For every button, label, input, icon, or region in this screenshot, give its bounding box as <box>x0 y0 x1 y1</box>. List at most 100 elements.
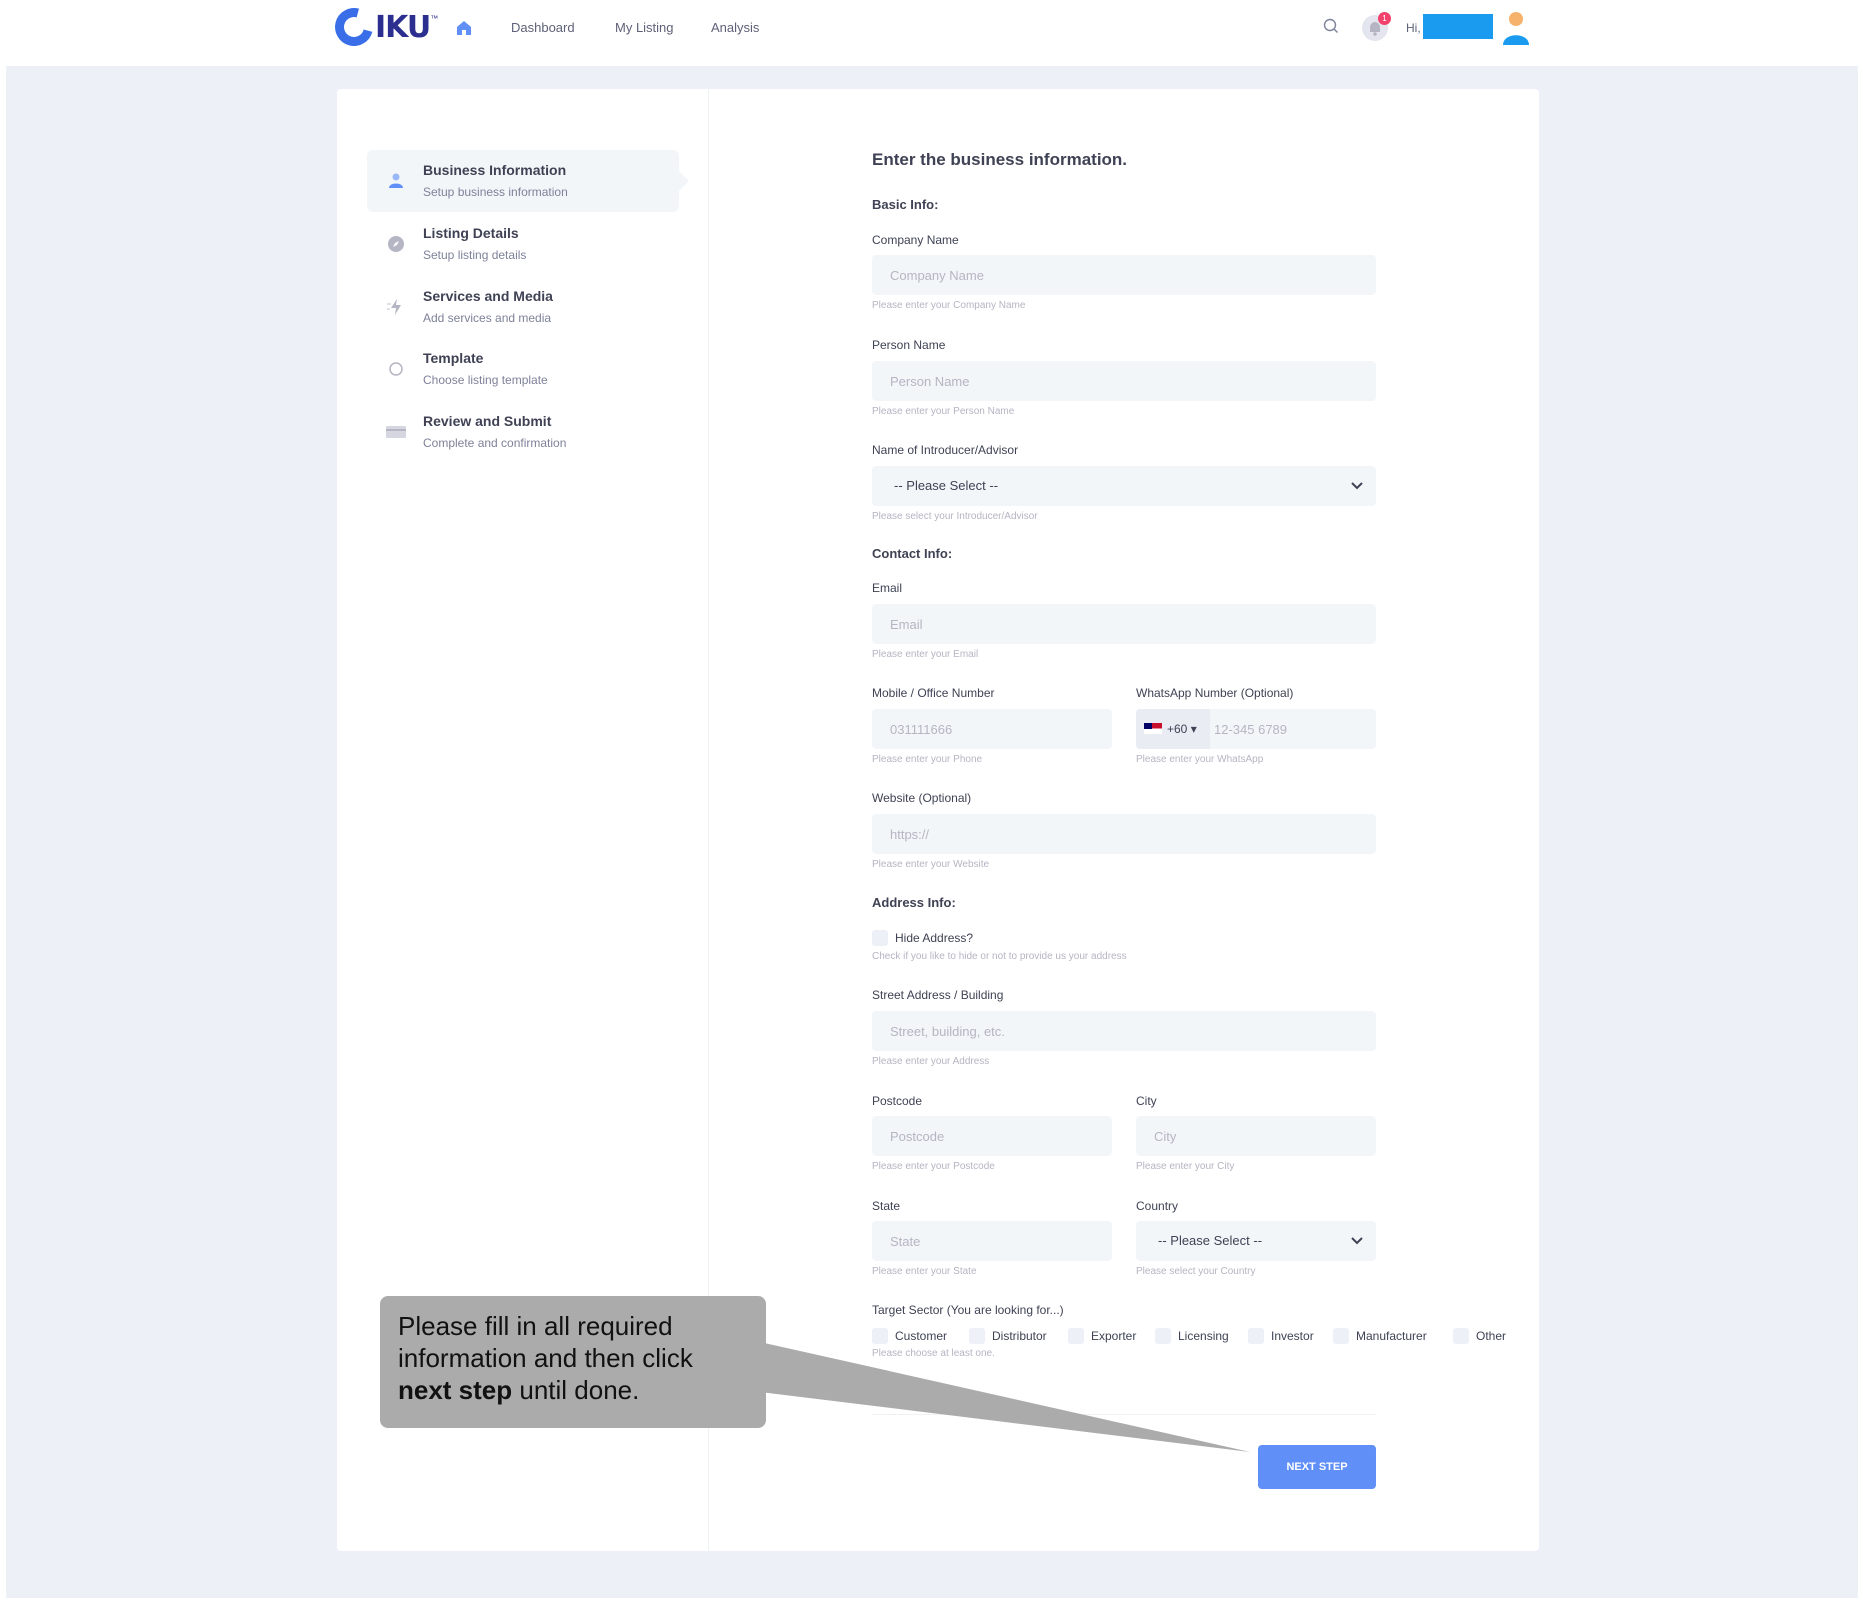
compass-icon <box>388 236 404 252</box>
street-label: Street Address / Building <box>872 988 1004 1002</box>
mobile-label: Mobile / Office Number <box>872 686 995 700</box>
target-manufacturer-checkbox[interactable] <box>1333 1328 1349 1344</box>
search-icon[interactable] <box>1323 18 1339 34</box>
next-step-button[interactable]: NEXT STEP <box>1258 1445 1376 1489</box>
circle-icon <box>389 362 403 376</box>
introducer-hint: Please select your Introducer/Advisor <box>872 511 1038 522</box>
country-label: Country <box>1136 1199 1179 1213</box>
home-icon[interactable] <box>455 19 473 37</box>
street-hint: Please enter your Address <box>872 1056 990 1067</box>
step-subtitle: Choose listing template <box>423 373 548 387</box>
top-navbar: IKU ™ Dashboard My Listing Analysis 1 Hi… <box>0 0 1863 66</box>
instruction-callout: Please fill in all required information … <box>380 1296 766 1428</box>
step-title: Services and Media <box>423 288 553 304</box>
step-title: Business Information <box>423 162 567 178</box>
step-subtitle: Add services and media <box>423 311 552 325</box>
hide-address-checkbox[interactable] <box>872 930 888 946</box>
mobile-input[interactable] <box>872 709 1112 749</box>
step-subtitle: Complete and confirmation <box>423 436 567 450</box>
target-distributor-label: Distributor <box>992 1329 1047 1343</box>
country-select-value: -- Please Select -- <box>1158 1233 1263 1248</box>
target-investor-label: Investor <box>1271 1329 1314 1343</box>
callout-line-1: Please fill in all required <box>398 1311 673 1341</box>
step-title: Review and Submit <box>423 413 552 429</box>
website-label: Website (Optional) <box>872 791 972 805</box>
hide-address-label: Hide Address? <box>895 931 974 945</box>
target-sector-hint: Please choose at least one. <box>872 1348 995 1359</box>
step-listing-details[interactable]: Listing Details Setup listing details <box>367 213 679 275</box>
company-name-label: Company Name <box>872 233 959 247</box>
postcode-hint: Please enter your Postcode <box>872 1161 995 1172</box>
email-hint: Please enter your Email <box>872 649 979 660</box>
country-select[interactable]: -- Please Select -- <box>1136 1221 1376 1261</box>
company-name-input[interactable] <box>872 255 1376 295</box>
mobile-hint: Please enter your Phone <box>872 754 983 765</box>
postcode-input[interactable] <box>872 1116 1112 1156</box>
user-icon <box>389 173 403 188</box>
step-template[interactable]: Template Choose listing template <box>367 338 679 400</box>
state-input[interactable] <box>872 1221 1112 1261</box>
city-hint: Please enter your City <box>1136 1161 1235 1172</box>
website-hint: Please enter your Website <box>872 859 990 870</box>
step-title: Template <box>423 350 484 366</box>
callout-bold-text: next step <box>398 1375 513 1405</box>
form-footer-divider <box>872 1414 1376 1415</box>
city-input[interactable] <box>1136 1116 1376 1156</box>
street-input[interactable] <box>872 1011 1376 1051</box>
target-licensing-label: Licensing <box>1178 1329 1229 1343</box>
target-licensing-checkbox[interactable] <box>1155 1328 1171 1344</box>
active-step-arrow <box>679 171 689 191</box>
country-code-dropdown[interactable]: +60 ▾ <box>1136 709 1210 749</box>
city-label: City <box>1136 1094 1157 1108</box>
nav-analysis[interactable]: Analysis <box>711 20 759 35</box>
step-business-information[interactable]: Business Information Setup business info… <box>367 150 689 212</box>
country-hint: Please select your Country <box>1136 1266 1256 1277</box>
hide-address-hint: Check if you like to hide or not to prov… <box>872 951 1127 962</box>
chevron-down-icon <box>1351 482 1363 490</box>
target-distributor-checkbox[interactable] <box>969 1328 985 1344</box>
target-exporter-label: Exporter <box>1091 1329 1137 1343</box>
step-subtitle: Setup business information <box>423 185 568 199</box>
introducer-select[interactable]: -- Please Select -- <box>872 466 1376 506</box>
target-other-checkbox[interactable] <box>1453 1328 1469 1344</box>
website-input[interactable] <box>872 814 1376 854</box>
whatsapp-label: WhatsApp Number (Optional) <box>1136 686 1294 700</box>
person-name-hint: Please enter your Person Name <box>872 406 1015 417</box>
person-name-label: Person Name <box>872 338 946 352</box>
target-investor-checkbox[interactable] <box>1248 1328 1264 1344</box>
nav-my-listing[interactable]: My Listing <box>615 20 674 35</box>
callout-line-3: next step until done. <box>398 1374 748 1406</box>
nav-dashboard[interactable]: Dashboard <box>511 20 575 35</box>
target-exporter-checkbox[interactable] <box>1068 1328 1084 1344</box>
email-input[interactable] <box>872 604 1376 644</box>
callout-rest-text: until done. <box>512 1375 640 1405</box>
malaysia-flag-icon <box>1144 723 1162 734</box>
chevron-down-icon <box>1351 1237 1363 1245</box>
target-manufacturer-label: Manufacturer <box>1356 1329 1427 1343</box>
email-label: Email <box>872 581 903 595</box>
step-services-and-media[interactable]: Services and Media Add services and medi… <box>367 276 679 338</box>
section-address-info: Address Info: <box>872 895 956 910</box>
state-hint: Please enter your State <box>872 1266 977 1277</box>
target-sector-label: Target Sector (You are looking for...) <box>872 1303 1064 1317</box>
bolt-icon <box>387 299 401 315</box>
card-icon <box>386 426 406 438</box>
callout-line-2: information and then click <box>398 1343 693 1373</box>
form-heading: Enter the business information. <box>872 150 1128 169</box>
target-customer-checkbox[interactable] <box>872 1328 888 1344</box>
whatsapp-hint: Please enter your WhatsApp <box>1136 754 1264 765</box>
logo-text: IKU <box>375 9 431 45</box>
step-review-and-submit[interactable]: Review and Submit Complete and confirmat… <box>367 401 679 463</box>
target-other-label: Other <box>1476 1329 1507 1343</box>
logo-mark-icon <box>328 1 380 53</box>
person-name-input[interactable] <box>872 361 1376 401</box>
user-avatar-icon[interactable] <box>1502 10 1530 46</box>
notification-badge: 1 <box>1378 12 1391 25</box>
logo[interactable]: IKU ™ <box>328 1 438 53</box>
company-name-hint: Please enter your Company Name <box>872 300 1026 311</box>
user-name-redacted[interactable] <box>1423 14 1493 39</box>
step-title: Listing Details <box>423 225 519 241</box>
section-contact-info: Contact Info: <box>872 546 953 561</box>
introducer-select-value: -- Please Select -- <box>894 478 999 493</box>
section-basic-info: Basic Info: <box>872 197 939 212</box>
